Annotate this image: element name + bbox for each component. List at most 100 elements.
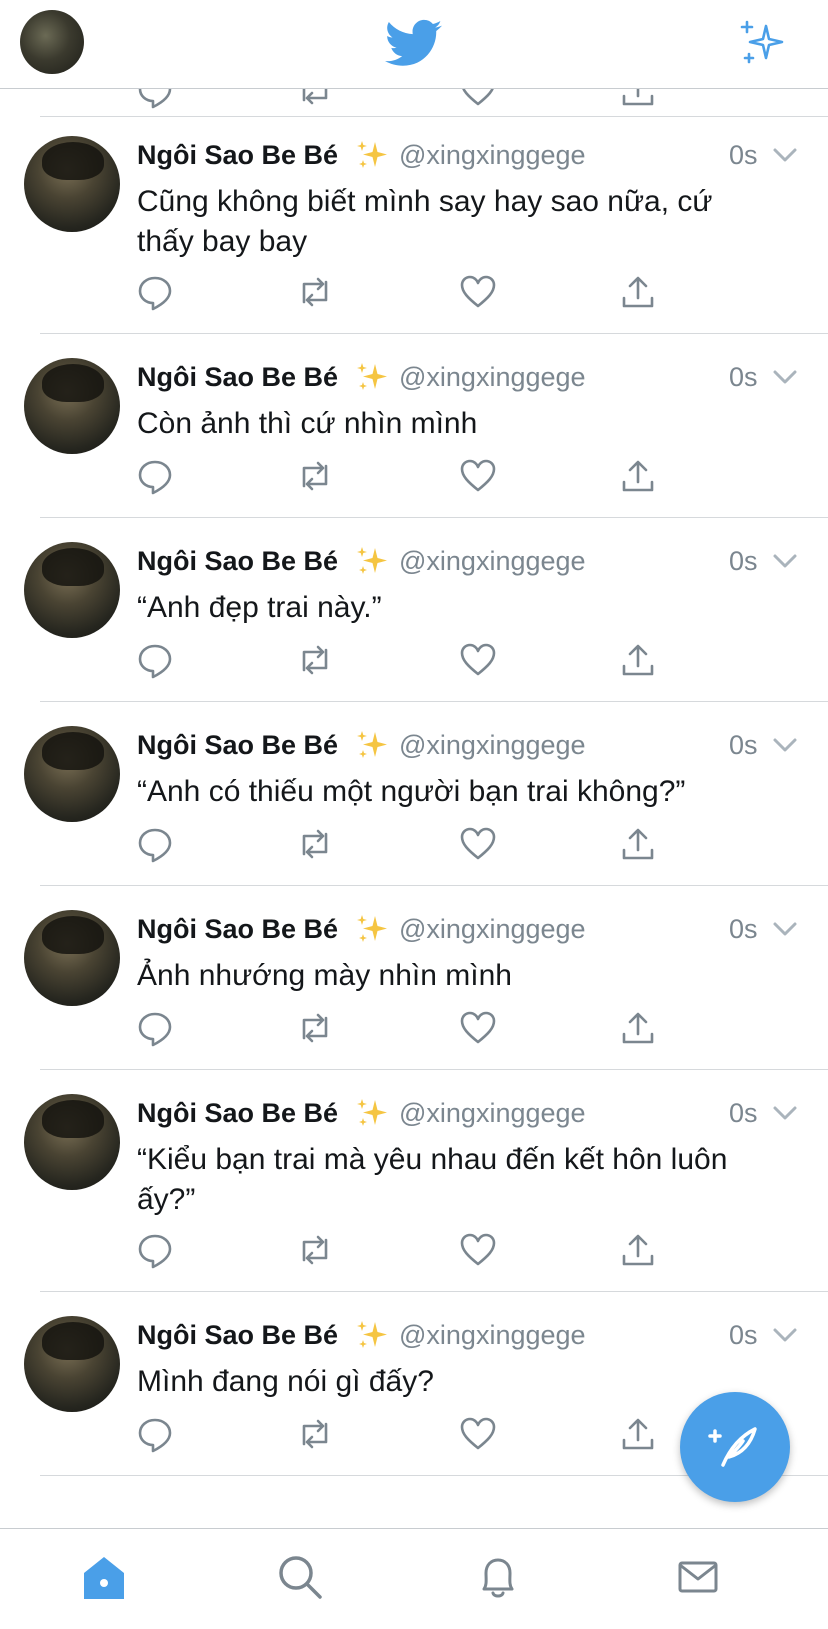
sparkle-icon[interactable] xyxy=(738,20,786,68)
display-name[interactable]: Ngôi Sao Be Bé xyxy=(137,140,338,171)
retweet-button[interactable] xyxy=(295,272,335,312)
display-name[interactable]: Ngôi Sao Be Bé xyxy=(137,546,338,577)
reply-icon xyxy=(138,1418,172,1453)
like-button[interactable] xyxy=(458,640,498,680)
compose-feather-icon xyxy=(708,1427,757,1467)
avatar[interactable] xyxy=(24,542,120,638)
user-handle: @xingxinggege xyxy=(399,730,586,760)
tweet-header: Ngôi Sao Be Bé @xingxinggege 0s xyxy=(137,726,797,764)
tweet-actions xyxy=(0,1230,828,1270)
tweet-text: Còn ảnh thì cứ nhìn mình xyxy=(137,407,478,440)
avatar[interactable] xyxy=(24,136,120,232)
reply-button[interactable] xyxy=(135,1414,175,1454)
chevron-down-icon[interactable] xyxy=(770,1102,800,1124)
reply-button[interactable] xyxy=(135,1230,175,1270)
share-icon xyxy=(622,1418,654,1450)
chevron-down-icon[interactable] xyxy=(770,366,800,388)
avatar[interactable] xyxy=(24,910,120,1006)
display-name[interactable]: Ngôi Sao Be Bé xyxy=(137,1320,338,1351)
like-button[interactable] xyxy=(458,272,498,312)
like-button[interactable] xyxy=(458,456,498,496)
tab-notifications[interactable] xyxy=(472,1551,524,1603)
reply-icon xyxy=(138,1012,172,1047)
chevron-down-icon[interactable] xyxy=(770,1324,800,1346)
share-button[interactable] xyxy=(618,640,658,680)
reply-button[interactable] xyxy=(135,824,175,864)
display-name[interactable]: Ngôi Sao Be Bé xyxy=(137,914,338,945)
timestamp: 0s xyxy=(729,1098,758,1128)
retweet-button[interactable] xyxy=(295,1008,335,1048)
display-name[interactable]: Ngôi Sao Be Bé xyxy=(137,1098,338,1129)
reply-button[interactable] xyxy=(135,1008,175,1048)
like-button[interactable] xyxy=(458,824,498,864)
reply-button[interactable] xyxy=(135,456,175,496)
avatar[interactable] xyxy=(24,1094,120,1190)
partial-tweet-actions xyxy=(0,88,828,109)
retweet-icon xyxy=(302,1235,328,1265)
retweet-button[interactable] xyxy=(295,1230,335,1270)
tweet[interactable]: Ngôi Sao Be Bé @xingxinggege 0s “Anh có thi… xyxy=(0,702,828,886)
like-button[interactable] xyxy=(458,1008,498,1048)
like-icon xyxy=(460,275,496,308)
tab-home[interactable] xyxy=(78,1551,130,1603)
reply-button[interactable] xyxy=(135,640,175,680)
tweet-header: Ngôi Sao Be Bé @xingxinggege 0s xyxy=(137,358,797,396)
like-button[interactable] xyxy=(458,88,498,110)
profile-avatar-button[interactable] xyxy=(20,10,84,74)
tweet[interactable]: Ngôi Sao Be Bé @xingxinggege 0s “Kiểu bạn t… xyxy=(0,1070,828,1292)
share-button[interactable] xyxy=(618,1414,658,1454)
display-name[interactable]: Ngôi Sao Be Bé xyxy=(137,730,338,761)
avatar[interactable] xyxy=(24,726,120,822)
twitter-bird-icon[interactable] xyxy=(385,18,443,70)
share-button[interactable] xyxy=(618,456,658,496)
avatar[interactable] xyxy=(24,1316,120,1412)
retweet-button[interactable] xyxy=(295,1414,335,1454)
chevron-down-icon[interactable] xyxy=(770,918,800,940)
chevron-down-icon[interactable] xyxy=(770,144,800,166)
tweet-text: “Anh có thiếu một người bạn trai không?” xyxy=(137,775,686,808)
timestamp: 0s xyxy=(729,546,758,576)
tweet[interactable]: Ngôi Sao Be Bé @xingxinggege 0s Ảnh nhướng … xyxy=(0,886,828,1070)
tab-messages[interactable] xyxy=(672,1551,724,1603)
like-button[interactable] xyxy=(458,1414,498,1454)
tweet[interactable]: Ngôi Sao Be Bé @xingxinggege 0s Cũng không … xyxy=(0,112,828,334)
search-icon xyxy=(279,1556,322,1599)
chevron-down-icon[interactable] xyxy=(770,734,800,756)
tweet[interactable]: Ngôi Sao Be Bé @xingxinggege 0s “Anh đẹp tr… xyxy=(0,518,828,702)
like-icon xyxy=(460,1417,496,1450)
tweet-text: “Anh đẹp trai này.” xyxy=(137,591,382,624)
compose-tweet-button[interactable] xyxy=(680,1392,790,1502)
share-button[interactable] xyxy=(618,824,658,864)
chevron-down-icon[interactable] xyxy=(770,550,800,572)
tweet-actions xyxy=(0,640,828,680)
tweet-actions xyxy=(0,1008,828,1048)
tab-search[interactable] xyxy=(274,1551,326,1603)
reply-button[interactable] xyxy=(135,272,175,312)
timeline-feed[interactable]: Ngôi Sao Be Bé @xingxinggege 0s Cũng không … xyxy=(0,88,828,1528)
tweet-text: Ảnh nhướng mày nhìn mình xyxy=(137,959,512,992)
sparkle-emoji-icon xyxy=(357,1099,387,1126)
avatar[interactable] xyxy=(24,358,120,454)
share-button[interactable] xyxy=(618,272,658,312)
retweet-button[interactable] xyxy=(295,456,335,496)
tweet-actions xyxy=(0,824,828,864)
user-handle: @xingxinggege xyxy=(399,362,586,392)
retweet-button[interactable] xyxy=(295,640,335,680)
timestamp: 0s xyxy=(729,914,758,944)
share-button[interactable] xyxy=(618,1008,658,1048)
display-name[interactable]: Ngôi Sao Be Bé xyxy=(137,362,338,393)
share-button[interactable] xyxy=(618,88,658,110)
reply-icon xyxy=(138,88,172,109)
tweet[interactable]: Ngôi Sao Be Bé @xingxinggege 0s Còn ảnh thì… xyxy=(0,334,828,518)
sparkle-emoji-icon xyxy=(357,1321,387,1348)
sparkle-emoji-icon xyxy=(357,915,387,942)
retweet-button[interactable] xyxy=(295,88,335,110)
reply-button[interactable] xyxy=(135,88,175,110)
like-icon xyxy=(460,459,496,492)
retweet-button[interactable] xyxy=(295,824,335,864)
reply-icon xyxy=(138,460,172,495)
top-bar xyxy=(0,0,828,89)
like-button[interactable] xyxy=(458,1230,498,1270)
retweet-icon xyxy=(302,88,328,105)
share-button[interactable] xyxy=(618,1230,658,1270)
